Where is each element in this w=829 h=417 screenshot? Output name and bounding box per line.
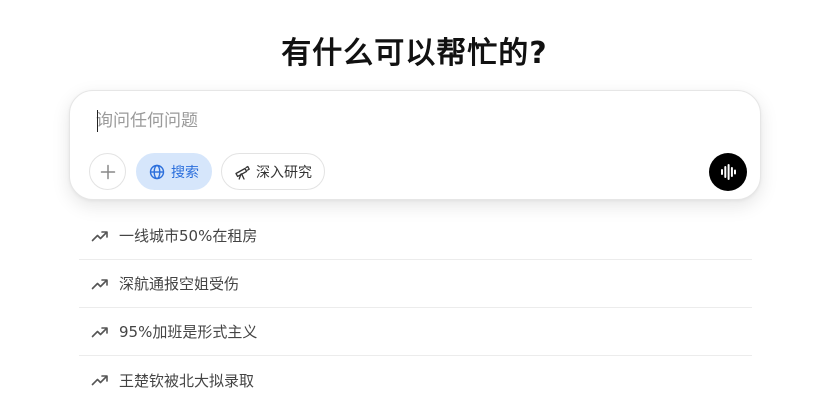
search-toggle-button[interactable]: 搜索 (136, 153, 212, 190)
trending-up-icon (91, 229, 109, 243)
trending-topic-item[interactable]: 王楚钦被北大拟录取 (79, 356, 752, 404)
voice-mode-button[interactable] (709, 153, 747, 191)
trending-topic-label: 一线城市50%在租房 (119, 227, 258, 245)
deep-research-button[interactable]: 深入研究 (221, 153, 325, 190)
trending-up-icon (91, 277, 109, 291)
page-title: 有什么可以帮忙的? (281, 36, 548, 71)
trending-topic-label: 95%加班是形式主义 (119, 323, 258, 341)
prompt-input[interactable] (96, 107, 656, 135)
trending-topic-item[interactable]: 深航通报空姐受伤 (79, 260, 752, 308)
trending-topic-label: 深航通报空姐受伤 (119, 275, 240, 293)
globe-icon (149, 164, 165, 180)
deep-research-label: 深入研究 (256, 164, 312, 181)
trending-topic-item[interactable]: 95%加班是形式主义 (79, 308, 752, 356)
text-caret (97, 110, 98, 132)
trending-up-icon (91, 373, 109, 387)
add-attachment-button[interactable] (89, 153, 126, 190)
chat-composer: 搜索 深入研究 (69, 90, 761, 200)
trending-topics-list: 一线城市50%在租房 深航通报空姐受伤 95%加班是形式主义 王楚钦被北大拟录取 (79, 212, 752, 404)
search-label: 搜索 (171, 164, 199, 181)
voice-waveform-icon (721, 164, 736, 180)
telescope-icon (234, 164, 250, 180)
trending-topic-label: 王楚钦被北大拟录取 (119, 371, 255, 390)
trending-up-icon (91, 325, 109, 339)
trending-topic-item[interactable]: 一线城市50%在租房 (79, 212, 752, 260)
plus-icon (100, 164, 115, 179)
